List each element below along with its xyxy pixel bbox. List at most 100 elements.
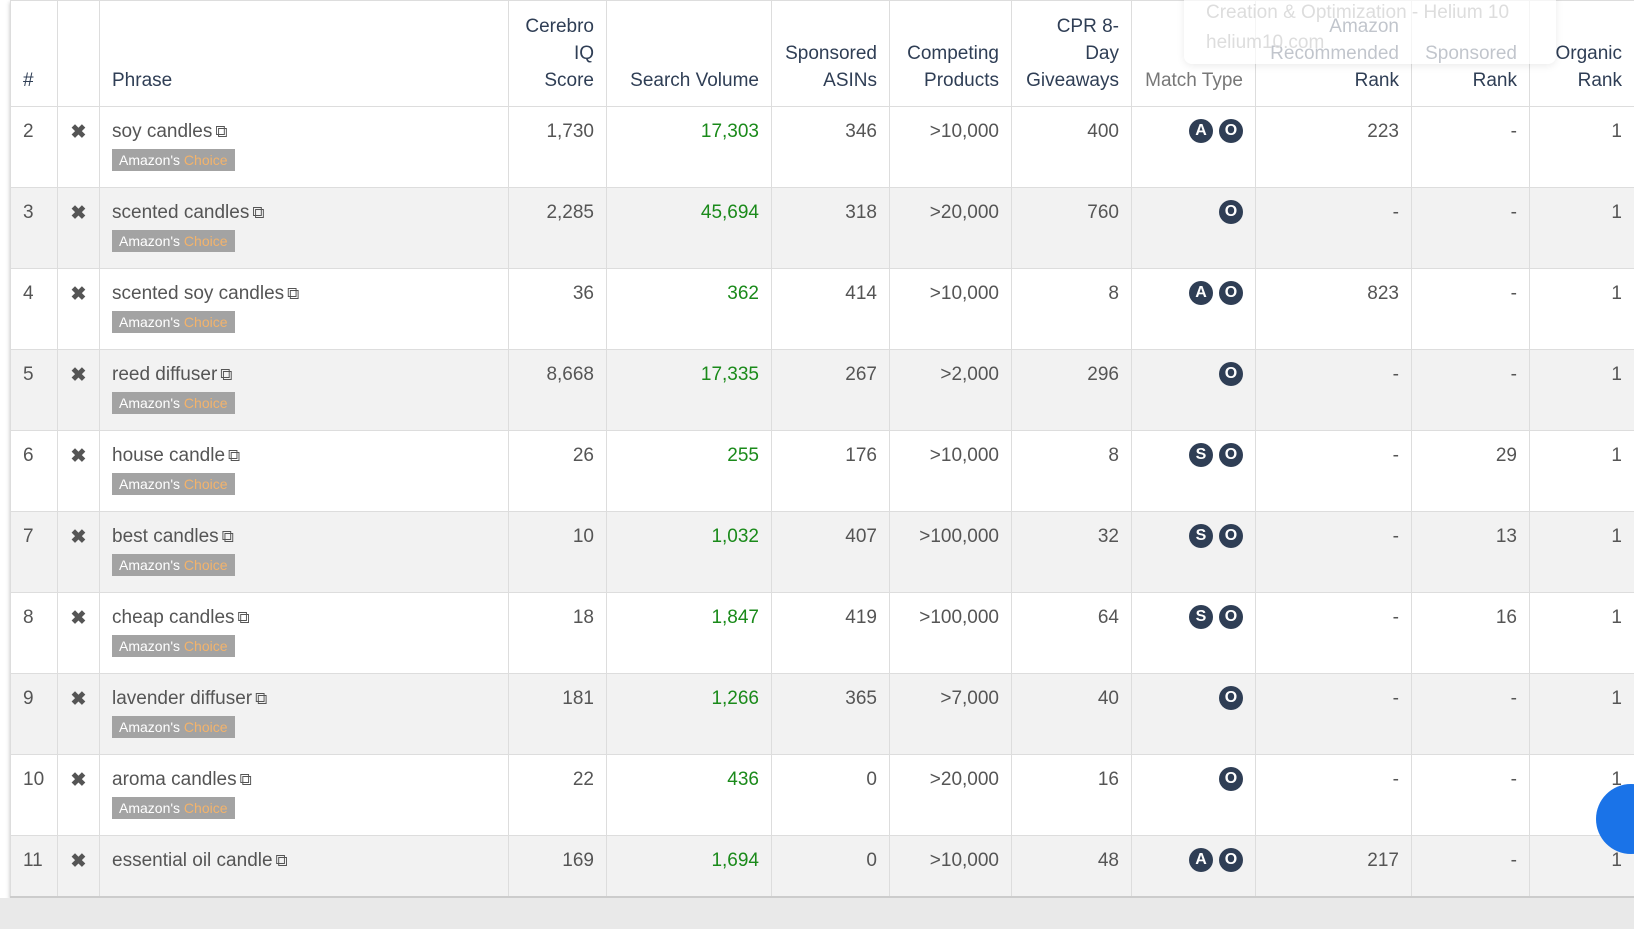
match-type-a-icon: A	[1189, 848, 1213, 872]
match-type: O	[1131, 187, 1256, 269]
col-number-header[interactable]: #	[10, 0, 58, 107]
match-type-o-icon: O	[1219, 281, 1243, 305]
badge-prefix: Amazon's	[119, 314, 181, 330]
badge-prefix: Amazon's	[119, 233, 181, 249]
amazon-recommended-rank: -	[1255, 349, 1412, 431]
remove-icon[interactable]: ✖	[71, 284, 87, 305]
match-type-o-icon: O	[1219, 362, 1243, 386]
search-volume: 17,303	[606, 106, 772, 188]
phrase-cell: soy candles ⧉ Amazon's Choice	[99, 106, 509, 188]
remove-icon[interactable]: ✖	[71, 203, 87, 224]
remove-icon[interactable]: ✖	[71, 365, 87, 386]
match-type: SO	[1131, 430, 1256, 512]
external-link-icon[interactable]: ⧉	[240, 770, 252, 789]
phrase-link[interactable]: reed diffuser	[112, 364, 217, 385]
phrase-link[interactable]: lavender diffuser	[112, 688, 252, 709]
match-type-o-icon: O	[1219, 605, 1243, 629]
sponsored-rank: -	[1411, 673, 1530, 755]
amazon-recommended-rank: -	[1255, 673, 1412, 755]
remove-icon[interactable]: ✖	[71, 689, 87, 710]
col-cerebro-iq-header[interactable]: Cerebro IQ Score	[508, 0, 607, 107]
remove-icon[interactable]: ✖	[71, 527, 87, 548]
tooltip-url: helium10.com	[1206, 32, 1325, 53]
sponsored-asins: 318	[771, 187, 890, 269]
phrase-link[interactable]: scented candles	[112, 202, 249, 223]
amazon-recommended-rank: 223	[1255, 106, 1412, 188]
sponsored-asins: 0	[771, 835, 890, 896]
phrase-cell: scented candles ⧉ Amazon's Choice	[99, 187, 509, 269]
external-link-icon[interactable]: ⧉	[228, 446, 240, 465]
col-search-volume-header[interactable]: Search Volume	[606, 0, 772, 107]
sponsored-asins: 365	[771, 673, 890, 755]
external-link-icon[interactable]: ⧉	[220, 365, 232, 384]
sponsored-rank: 13	[1411, 511, 1530, 593]
row-number: 11	[10, 835, 58, 896]
cpr-giveaways: 400	[1011, 106, 1132, 188]
search-volume: 1,032	[606, 511, 772, 593]
organic-rank: 1	[1529, 106, 1634, 188]
phrase-link[interactable]: soy candles	[112, 121, 212, 142]
table-row: 6 ✖ house candle ⧉ Amazon's Choice 26 255 176 >1…	[10, 430, 1634, 512]
remove-icon[interactable]: ✖	[71, 770, 87, 791]
amazons-choice-badge: Amazon's Choice	[112, 230, 235, 252]
cpr-giveaways: 8	[1011, 268, 1132, 350]
competing-products: >10,000	[889, 106, 1012, 188]
badge-prefix: Amazon's	[119, 800, 181, 816]
remove-icon[interactable]: ✖	[71, 446, 87, 467]
external-link-icon[interactable]: ⧉	[287, 284, 299, 303]
external-link-icon[interactable]: ⧉	[215, 122, 227, 141]
amazons-choice-badge: Amazon's Choice	[112, 149, 235, 171]
organic-rank: 1	[1529, 268, 1634, 350]
external-link-icon[interactable]: ⧉	[276, 851, 288, 870]
phrase-cell: cheap candles ⧉ Amazon's Choice	[99, 592, 509, 674]
external-link-icon[interactable]: ⧉	[222, 527, 234, 546]
match-type-o-icon: O	[1219, 767, 1243, 791]
phrase-cell: essential oil candle ⧉	[99, 835, 509, 896]
cerebro-iq-score: 181	[508, 673, 607, 755]
match-type-o-icon: O	[1219, 200, 1243, 224]
col-competing-products-header[interactable]: Competing Products	[889, 0, 1012, 107]
external-link-icon[interactable]: ⧉	[252, 203, 264, 222]
competing-products: >100,000	[889, 511, 1012, 593]
row-number: 10	[10, 754, 58, 836]
sponsored-rank: -	[1411, 754, 1530, 836]
col-remove-header[interactable]	[57, 0, 100, 107]
table-row: 2 ✖ soy candles ⧉ Amazon's Choice 1,730 17,303…	[10, 106, 1634, 188]
remove-icon[interactable]: ✖	[71, 122, 87, 143]
match-type: O	[1131, 754, 1256, 836]
match-type-a-icon: A	[1189, 119, 1213, 143]
organic-rank: 1	[1529, 592, 1634, 674]
competing-products: >20,000	[889, 754, 1012, 836]
remove-cell: ✖	[57, 835, 100, 896]
organic-rank: 1	[1529, 349, 1634, 431]
badge-suffix: Choice	[183, 638, 228, 654]
col-cpr-header[interactable]: CPR 8-Day Giveaways	[1011, 0, 1132, 107]
phrase-link[interactable]: essential oil candle	[112, 850, 273, 871]
phrase-link[interactable]: house candle	[112, 445, 225, 466]
amazons-choice-badge: Amazon's Choice	[112, 797, 235, 819]
col-sponsored-asins-header[interactable]: Sponsored ASINs	[771, 0, 890, 107]
badge-suffix: Choice	[183, 557, 228, 573]
match-type-s-icon: S	[1189, 443, 1213, 467]
remove-icon[interactable]: ✖	[71, 851, 87, 872]
badge-prefix: Amazon's	[119, 719, 181, 735]
search-volume: 255	[606, 430, 772, 512]
remove-cell: ✖	[57, 592, 100, 674]
col-phrase-header[interactable]: Phrase	[99, 0, 509, 107]
row-number: 9	[10, 673, 58, 755]
phrase-link[interactable]: cheap candles	[112, 607, 235, 628]
row-number: 6	[10, 430, 58, 512]
phrase-link[interactable]: aroma candles	[112, 769, 237, 790]
competing-products: >10,000	[889, 835, 1012, 896]
sponsored-rank: 16	[1411, 592, 1530, 674]
phrase-link[interactable]: scented soy candles	[112, 283, 284, 304]
sponsored-asins: 267	[771, 349, 890, 431]
external-link-icon[interactable]: ⧉	[255, 689, 267, 708]
remove-icon[interactable]: ✖	[71, 608, 87, 629]
cerebro-iq-score: 22	[508, 754, 607, 836]
external-link-icon[interactable]: ⧉	[238, 608, 250, 627]
sponsored-rank: -	[1411, 349, 1530, 431]
phrase-link[interactable]: best candles	[112, 526, 219, 547]
badge-suffix: Choice	[183, 314, 228, 330]
cpr-giveaways: 64	[1011, 592, 1132, 674]
